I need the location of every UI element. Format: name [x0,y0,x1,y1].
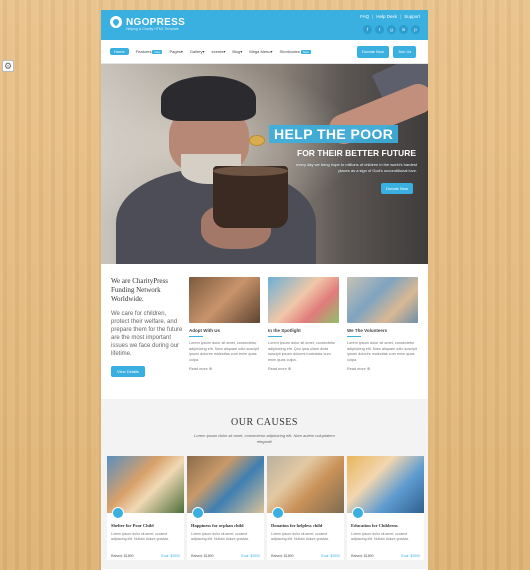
nav-item-home[interactable]: Home [110,48,129,55]
intro-title: We are CharityPress Funding Network Worl… [111,277,168,303]
cause-title[interactable]: Shelter for Poor Child [111,523,154,528]
main-nav: Home Features New Pages ▾ Gallery ▾ events ▾… [101,40,428,64]
cause-body: Lorem ipsum dolor sit amet, consect adip… [271,532,329,541]
cause-image[interactable] [267,456,344,513]
read-more-link[interactable]: Read more ⊕ [268,366,339,371]
cause-stats: Raised: $1890 Goal: $2500 [191,554,260,558]
feature-image[interactable] [268,277,339,323]
cause-body: Lorem ipsum dolor sit amet, consect adip… [111,532,169,541]
top-link-faq[interactable]: FAQ [360,14,369,19]
cause-title[interactable]: Donation for helpless child [271,523,322,528]
hero-title: HELP THE POOR [269,125,399,143]
cause-body: Lorem ipsum dolor sit amet, consect adip… [191,532,249,541]
nav-item-features[interactable]: Features New [136,49,163,54]
causes-section: OUR CAUSES Lorem ipsum dolor sit amet, c… [101,399,428,569]
nav-item-pages[interactable]: Pages ▾ [169,49,182,54]
top-link-support[interactable]: Support [404,14,420,19]
causes-title: OUR CAUSES [231,417,298,428]
cause-stats: Raised: $1890 Goal: $2500 [271,554,340,558]
google-plus-icon[interactable]: g [387,25,396,34]
feature-title[interactable]: Adopt With Us [189,328,260,333]
intro-body: We care for children, protect their welf… [111,311,183,357]
read-more-link[interactable]: Read more ⊕ [189,366,260,371]
logo-text: NGOPRESS [126,16,186,28]
cause-icon [272,507,284,519]
feature-card: Adopt With Us Lorem ipsum dolor sit amet… [189,277,260,371]
cause-raised: Raised: $1890 [271,554,294,558]
logo-icon [110,16,122,28]
cause-goal: Goal: $2500 [400,554,420,558]
cause-image[interactable] [107,456,184,513]
cause-goal: Goal: $2500 [160,554,180,558]
nav-item-mega-menu[interactable]: Mega Menu ▾ [249,49,272,54]
cause-icon [112,507,124,519]
cause-body: Lorem ipsum dolor sit amet, consect adip… [351,532,409,541]
hero-text: every day we bring hope to millions of c… [296,162,417,173]
cause-card: Happiness for orphan child Lorem ipsum d… [187,456,264,560]
intro-text-block: We are CharityPress Funding Network Worl… [111,277,186,378]
cause-card: Education for Childrens Lorem ipsum dolo… [347,456,424,560]
cause-stats: Raised: $1890 Goal: $2500 [111,554,180,558]
cause-card: Shelter for Poor Child Lorem ipsum dolor… [107,456,184,560]
new-badge: New [152,49,163,54]
hero-photo-coin [249,135,265,146]
cause-goal: Goal: $2500 [320,554,340,558]
settings-gear-icon[interactable]: ⚙ [2,60,14,72]
hero-subtitle: FOR THEIR BETTER FUTURE [297,148,416,158]
join-us-button[interactable]: Join Us [393,46,417,58]
top-link-help-desk[interactable]: Help Desk [376,14,397,19]
feature-title[interactable]: We The Volunteers [347,328,418,333]
top-links: FAQ | Help Desk | Support [360,14,420,19]
nav-item-gallery[interactable]: Gallery ▾ [190,49,205,54]
twitter-icon[interactable]: t [375,25,384,34]
nav-item-blog[interactable]: Blog ▾ [232,49,242,54]
social-links: f t g in p [363,25,420,34]
website-preview: NGOPRESS Helping & Charity HTML Template… [101,10,428,570]
cause-icon [352,507,364,519]
feature-card: In the Spotlight Lorem ipsum dolor sit a… [268,277,339,371]
nav-item-shortcodes[interactable]: Shortcodes New [280,49,311,54]
hero-photo-cup [213,166,288,228]
hero-photo-hat [161,76,256,121]
cause-card: Donation for helpless child Lorem ipsum … [267,456,344,560]
cause-raised: Raised: $1890 [111,554,134,558]
logo-tagline: Helping & Charity HTML Template [126,27,179,31]
feature-image[interactable] [189,277,260,323]
pinterest-icon[interactable]: p [411,25,420,34]
donate-now-button[interactable]: Donate Now [357,46,390,58]
cause-raised: Raised: $1890 [351,554,374,558]
cause-image[interactable] [187,456,264,513]
view-details-button[interactable]: View Details [111,366,145,377]
intro-section: We are CharityPress Funding Network Worl… [101,264,428,399]
linkedin-icon[interactable]: in [399,25,408,34]
cause-raised: Raised: $1890 [191,554,214,558]
cause-stats: Raised: $1890 Goal: $2500 [351,554,420,558]
feature-body: Lorem ipsum dolor sit amet, consectetur … [268,341,336,362]
cause-title[interactable]: Happiness for orphan child [191,523,244,528]
facebook-icon[interactable]: f [363,25,372,34]
feature-body: Lorem ipsum dolor sit amet, consectetur … [189,341,260,362]
feature-image[interactable] [347,277,418,323]
cause-title[interactable]: Education for Childrens [351,523,398,528]
hero-banner: HELP THE POOR FOR THEIR BETTER FUTURE ev… [101,64,428,264]
read-more-link[interactable]: Read more ⊕ [347,366,418,371]
cause-icon [192,507,204,519]
feature-title[interactable]: In the Spotlight [268,328,339,333]
hero-donate-button[interactable]: Donate Now [381,183,414,194]
new-badge: New [300,49,311,54]
cause-goal: Goal: $2500 [240,554,260,558]
causes-subtitle: Lorem ipsum dolor sit amet, consectetur … [194,433,335,444]
feature-card: We The Volunteers Lorem ipsum dolor sit … [347,277,418,371]
nav-item-events[interactable]: events ▾ [212,49,226,54]
cause-image[interactable] [347,456,424,513]
feature-body: Lorem ipsum dolor sit amet, consectetur … [347,341,418,362]
top-header-bar: NGOPRESS Helping & Charity HTML Template… [101,10,428,40]
